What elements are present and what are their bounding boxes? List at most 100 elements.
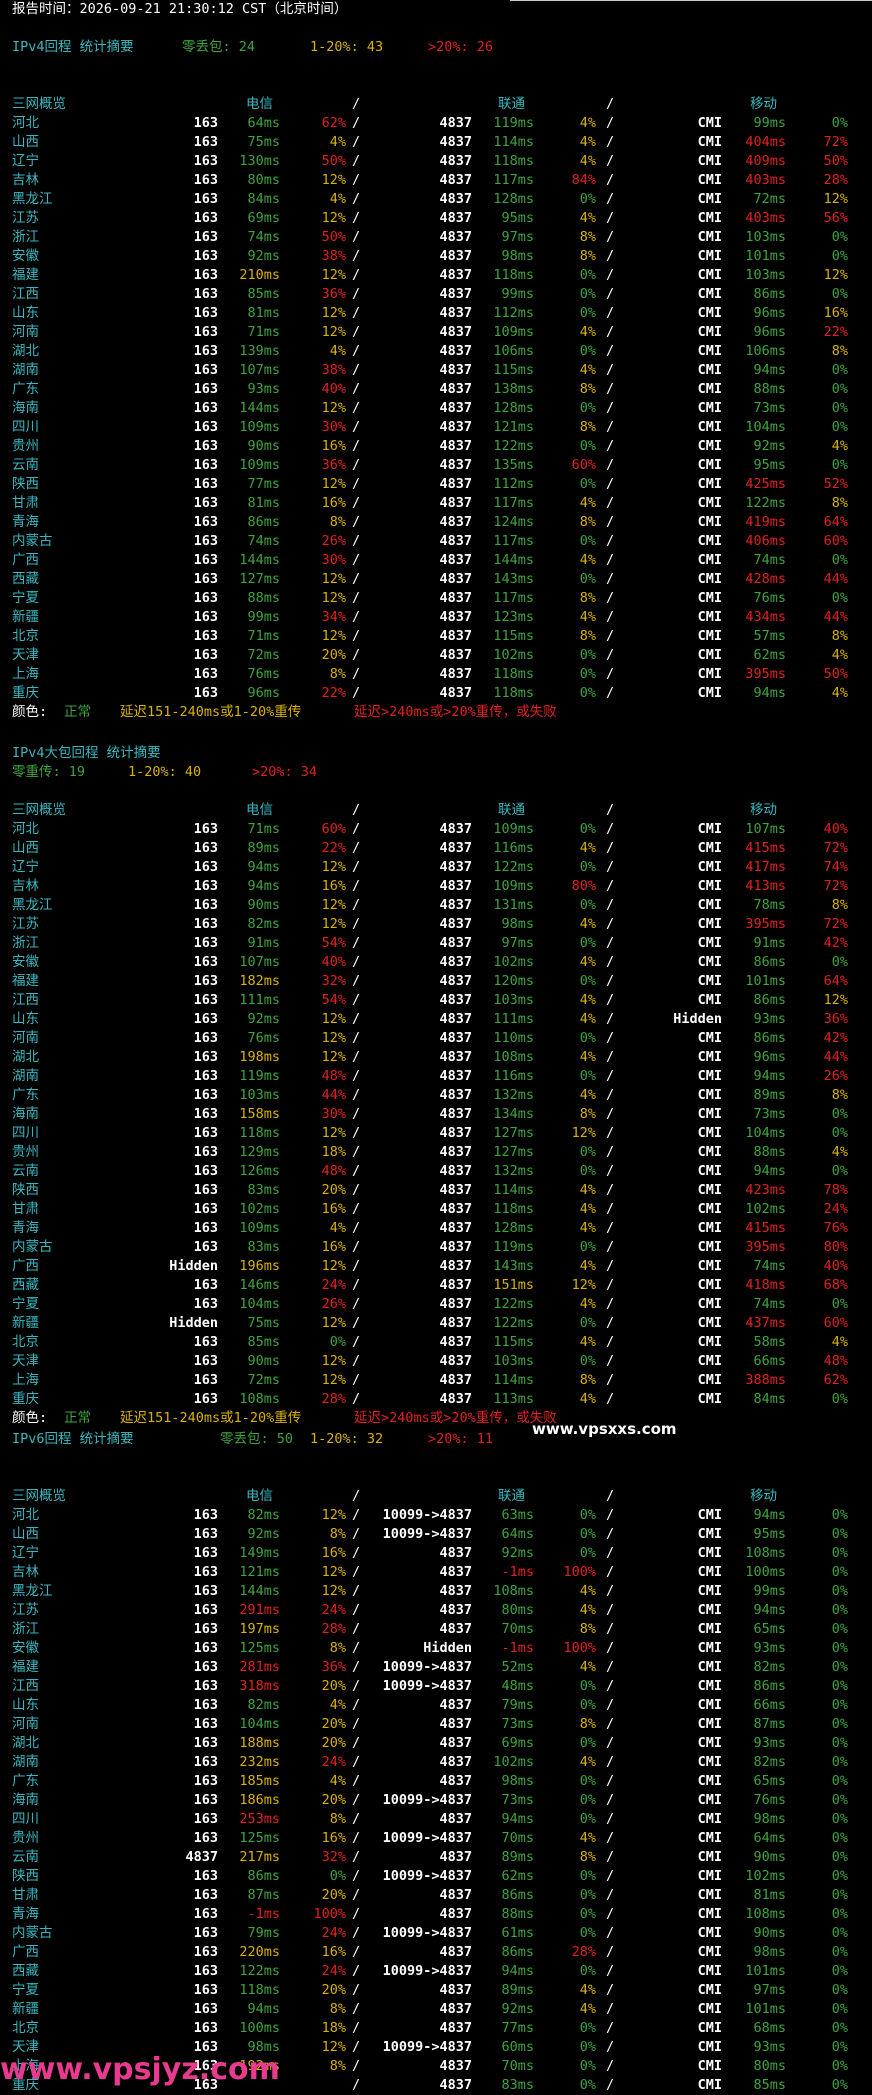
- cm-latency: 76ms: [753, 1792, 786, 1808]
- ct-asn: 163: [193, 1049, 218, 1065]
- cu-latency: 114ms: [493, 1372, 534, 1388]
- ct-asn: 163: [193, 2001, 218, 2017]
- cm-loss: 0%: [831, 2020, 848, 2036]
- cm-asn: CMI: [697, 1315, 722, 1331]
- separator-slash: /: [606, 1564, 615, 1580]
- cu-latency: 60ms: [501, 2039, 534, 2055]
- cu-loss: 0%: [579, 1353, 596, 1369]
- ct-asn: 163: [193, 1602, 218, 1618]
- cu-asn: 4837: [439, 229, 472, 245]
- cm-latency: 88ms: [753, 381, 786, 397]
- cu-asn: 4837: [439, 1068, 472, 1084]
- cm-asn: CMI: [697, 973, 722, 989]
- ct-latency: 84ms: [247, 191, 280, 207]
- cm-asn: CMI: [697, 840, 722, 856]
- cm-loss: 4%: [831, 1334, 848, 1350]
- table-row: 安徽 163 125ms 8% / Hidden -1ms 100% / CMI 93ms 0%: [0, 1639, 872, 1658]
- cu-latency: 79ms: [501, 1697, 534, 1713]
- ct-loss: 28%: [321, 1621, 346, 1637]
- cu-latency: 98ms: [501, 916, 534, 932]
- ct-loss: 36%: [321, 457, 346, 473]
- cu-loss: 4%: [579, 1659, 596, 1675]
- cu-asn: 4837: [439, 840, 472, 856]
- cu-asn: 4837: [439, 552, 472, 568]
- ct-loss: 44%: [321, 1087, 346, 1103]
- cu-latency: 94ms: [501, 1811, 534, 1827]
- cu-asn: 4837: [439, 897, 472, 913]
- ct-latency: 94ms: [247, 859, 280, 875]
- cu-asn: 4837: [439, 1583, 472, 1599]
- cm-loss: 8%: [831, 1087, 848, 1103]
- cu-asn: 4837: [439, 1049, 472, 1065]
- cm-latency: 403ms: [745, 210, 786, 226]
- ct-latency: 85ms: [247, 286, 280, 302]
- cm-loss: 0%: [831, 1697, 848, 1713]
- cm-loss: 44%: [823, 609, 848, 625]
- province-name: 青海: [12, 1220, 39, 1236]
- cm-asn: CMI: [697, 305, 722, 321]
- province-name: 新疆: [12, 1315, 39, 1331]
- cu-latency: 122ms: [493, 1315, 534, 1331]
- cm-asn: CMI: [697, 1334, 722, 1350]
- cu-loss: 8%: [579, 1716, 596, 1732]
- province-name: 天津: [12, 1353, 39, 1369]
- cm-loss: 0%: [831, 1296, 848, 1312]
- ct-latency: 144ms: [239, 1583, 280, 1599]
- cu-asn: 4837: [439, 343, 472, 359]
- cu-latency: 122ms: [493, 438, 534, 454]
- province-name: 安徽: [12, 1640, 39, 1656]
- province-name: 内蒙古: [12, 1925, 53, 1941]
- cu-asn: 4837: [439, 134, 472, 150]
- cm-latency: 94ms: [753, 1163, 786, 1179]
- cm-loss: 0%: [831, 1163, 848, 1179]
- province-name: 吉林: [12, 878, 39, 894]
- cu-latency: 94ms: [501, 1963, 534, 1979]
- ct-asn: 163: [193, 1220, 218, 1236]
- cm-loss: 0%: [831, 1811, 848, 1827]
- header-ct: 电信: [246, 802, 273, 818]
- table-row: 北京 163 100ms 18%/4837 77ms 0% / CMI 68ms 0%: [0, 2019, 872, 2038]
- ct-latency: 96ms: [247, 685, 280, 701]
- cu-asn: 4837: [439, 191, 472, 207]
- province-name: 四川: [12, 419, 39, 435]
- report-time-text: 报告时间：2026-09-21 21:30:12 CST（北京时间）: [12, 1, 348, 17]
- table-row: 浙江 163 91ms 54%/4837 97ms 0% / CMI 91ms 42%: [0, 934, 872, 953]
- ct-latency: 76ms: [247, 666, 280, 682]
- province-name: 浙江: [12, 229, 39, 245]
- cm-asn: CMI: [697, 2058, 722, 2074]
- cu-asn: 4837: [439, 1697, 472, 1713]
- header-slash-1: /: [352, 1488, 361, 1504]
- ct-latency: 118ms: [239, 1982, 280, 1998]
- cu-latency: 114ms: [493, 134, 534, 150]
- province-name: 西藏: [12, 1963, 39, 1979]
- cm-asn: CMI: [697, 1526, 722, 1542]
- cm-latency: 84ms: [753, 1391, 786, 1407]
- ct-latency: 75ms: [247, 134, 280, 150]
- cu-loss: 0%: [579, 476, 596, 492]
- ct-latency: 88ms: [247, 590, 280, 606]
- legend-label: 颜色:: [12, 704, 48, 720]
- cu-loss: 0%: [579, 973, 596, 989]
- ct-loss: 12%: [321, 1011, 346, 1027]
- cm-asn: CMI: [697, 590, 722, 606]
- cm-asn: CMI: [697, 476, 722, 492]
- ct-asn: 163: [193, 647, 218, 663]
- cu-loss: 0%: [579, 685, 596, 701]
- cu-asn: 4837: [439, 1754, 472, 1770]
- cu-loss: 8%: [579, 514, 596, 530]
- province-name: 辽宁: [12, 859, 39, 875]
- cm-loss: 0%: [831, 400, 848, 416]
- table-row: 安徽 163 92ms 38%/4837 98ms 8% / CMI 101ms 0%: [0, 247, 872, 266]
- header-overview: 三网概览: [12, 802, 66, 818]
- cu-latency: 118ms: [493, 267, 534, 283]
- table-row: 四川 163 109ms 30%/4837 121ms 8% / CMI 104ms 0%: [0, 418, 872, 437]
- ct-asn: 163: [193, 362, 218, 378]
- cm-latency: 96ms: [753, 305, 786, 321]
- separator-slash: /: [606, 381, 615, 397]
- ct-loss: 34%: [321, 609, 346, 625]
- header-slash-2: /: [606, 802, 615, 818]
- section-title: IPv6回程 统计摘要 零丢包: 50 1-20%: 32 >20%: 11: [0, 1430, 872, 1449]
- cu-latency: 73ms: [501, 1792, 534, 1808]
- cu-latency: 80ms: [501, 1602, 534, 1618]
- cu-loss: 0%: [579, 2020, 596, 2036]
